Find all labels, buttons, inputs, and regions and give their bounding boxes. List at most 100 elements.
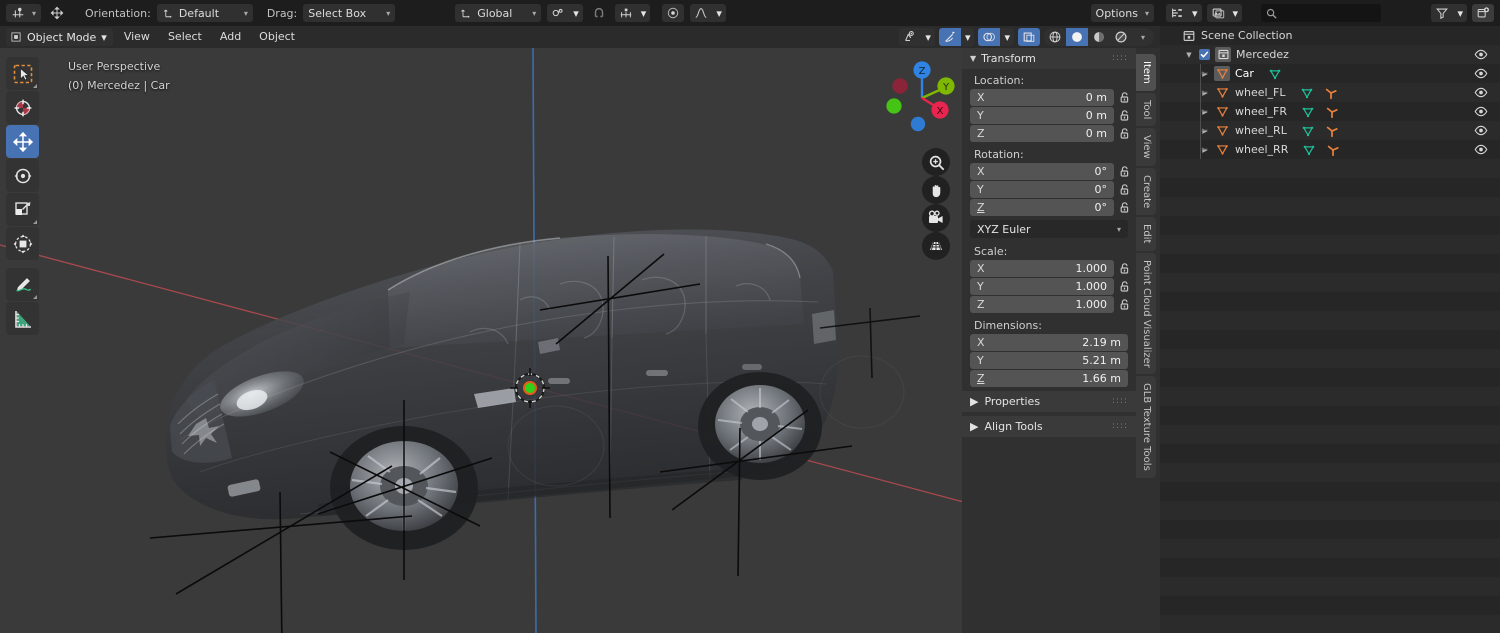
show-overlays-dropdown[interactable]: ▾ xyxy=(978,28,1014,46)
toggle-xray-button[interactable] xyxy=(1018,28,1040,46)
outliner-empty-area[interactable] xyxy=(1160,159,1500,633)
lock-location-y-button[interactable] xyxy=(1118,109,1132,122)
empty-axes-icon[interactable] xyxy=(1326,143,1340,157)
camera-view-button[interactable] xyxy=(922,204,950,232)
expand-collapse-icon[interactable]: ▶ xyxy=(1200,108,1210,116)
tab-item[interactable]: Item xyxy=(1136,54,1156,91)
lock-location-z-button[interactable] xyxy=(1118,127,1132,140)
scale-y-field[interactable]: Y 1.000 xyxy=(970,278,1114,295)
outliner-display-mode-dropdown[interactable]: ▾ xyxy=(1166,4,1202,22)
tab-tool[interactable]: Tool xyxy=(1136,92,1156,127)
panel-drag-handle[interactable]: :::: xyxy=(1112,54,1128,63)
cursor-tool[interactable] xyxy=(6,91,39,124)
visibility-eye-button[interactable] xyxy=(1474,48,1488,61)
outliner-search-input[interactable] xyxy=(1261,4,1382,22)
visibility-eye-button[interactable] xyxy=(1474,124,1488,137)
options-dropdown[interactable]: Options ▾ xyxy=(1090,4,1154,22)
show-overlays-toggle[interactable] xyxy=(978,28,1001,46)
snap-to-dropdown[interactable]: ▾ xyxy=(614,4,651,22)
new-collection-button[interactable] xyxy=(1472,4,1494,22)
outliner-id-type-dropdown[interactable]: ▾ xyxy=(1206,4,1243,22)
orientation-dropdown[interactable]: Default ▾ xyxy=(156,4,253,22)
menu-object[interactable]: Object xyxy=(252,28,302,46)
outliner-filter-dropdown[interactable]: ▾ xyxy=(1431,4,1467,22)
menu-add[interactable]: Add xyxy=(213,28,248,46)
proportional-edit-toggle[interactable] xyxy=(662,4,685,22)
show-gizmo-toggle[interactable] xyxy=(938,28,961,46)
location-x-row[interactable]: X 0 m xyxy=(962,89,1136,106)
expand-collapse-icon[interactable]: ▶ xyxy=(1200,127,1210,135)
scale-x-field[interactable]: X 1.000 xyxy=(970,260,1114,277)
tab-edit[interactable]: Edit xyxy=(1136,217,1156,251)
mesh-data-icon[interactable] xyxy=(1301,105,1315,119)
location-y-field[interactable]: Y 0 m xyxy=(970,107,1114,124)
dimensions-z-field[interactable]: Z 1.66 m xyxy=(970,370,1128,387)
measure-tool[interactable] xyxy=(6,302,39,335)
lock-rotation-y-button[interactable] xyxy=(1118,183,1132,196)
transform-gizmo-button[interactable] xyxy=(47,4,67,22)
properties-panel-header[interactable]: ▶ Properties :::: xyxy=(962,391,1136,412)
tab-point-cloud-visualizer[interactable]: Point Cloud Visualizer xyxy=(1136,252,1156,375)
scale-y-row[interactable]: Y 1.000 xyxy=(962,278,1136,295)
pan-button[interactable] xyxy=(922,176,950,204)
rotation-y-field[interactable]: Y 0° xyxy=(970,181,1114,198)
lock-scale-z-button[interactable] xyxy=(1118,298,1132,311)
outliner[interactable]: Scene Collection ▼ Mercedez ▶ Car ▶ whee… xyxy=(1160,26,1500,633)
outliner-row-wheel-fr[interactable]: ▶ wheel_FR xyxy=(1160,102,1500,121)
location-z-field[interactable]: Z 0 m xyxy=(970,125,1114,142)
editor-type-dropdown[interactable]: ▾ xyxy=(6,4,42,22)
scale-z-field[interactable]: Z 1.000 xyxy=(970,296,1114,313)
transform-panel-header[interactable]: ▼ Transform :::: xyxy=(962,48,1136,69)
interaction-mode-dropdown[interactable]: Object Mode ▾ xyxy=(6,28,113,46)
panel-drag-handle[interactable]: :::: xyxy=(1112,422,1128,431)
outliner-row-mercedez[interactable]: ▼ Mercedez xyxy=(1160,45,1500,64)
lock-rotation-x-button[interactable] xyxy=(1118,165,1132,178)
orthographic-toggle-button[interactable] xyxy=(922,232,950,260)
outliner-row-wheel-fl[interactable]: ▶ wheel_FL xyxy=(1160,83,1500,102)
rotation-x-row[interactable]: X 0° xyxy=(962,163,1136,180)
scale-z-row[interactable]: Z 1.000 xyxy=(962,296,1136,313)
rotation-z-field[interactable]: Z 0° xyxy=(970,199,1114,216)
collection-enable-checkbox[interactable] xyxy=(1199,49,1210,60)
zoom-button[interactable] xyxy=(922,148,950,176)
lock-location-x-button[interactable] xyxy=(1118,91,1132,104)
visibility-eye-button[interactable] xyxy=(1474,143,1488,156)
move-tool[interactable] xyxy=(6,125,39,158)
outliner-row-car[interactable]: ▶ Car xyxy=(1160,64,1500,83)
shading-material-preview-button[interactable] xyxy=(1088,28,1110,46)
lock-scale-y-button[interactable] xyxy=(1118,280,1132,293)
rotation-y-row[interactable]: Y 0° xyxy=(962,181,1136,198)
viewport-shading-group[interactable]: ▾ xyxy=(1044,28,1154,46)
transform-orientation-dropdown[interactable]: Global ▾ xyxy=(455,4,542,22)
shading-solid-button[interactable] xyxy=(1066,28,1088,46)
show-gizmo-dropdown[interactable]: ▾ xyxy=(938,28,975,46)
mesh-data-icon[interactable] xyxy=(1301,124,1315,138)
menu-select[interactable]: Select xyxy=(161,28,209,46)
rotate-tool[interactable] xyxy=(6,159,39,192)
align-tools-panel-header[interactable]: ▶ Align Tools :::: xyxy=(962,416,1136,437)
scale-tool[interactable] xyxy=(6,193,39,226)
visibility-eye-button[interactable] xyxy=(1474,105,1488,118)
outliner-row-wheel-rl[interactable]: ▶ wheel_RL xyxy=(1160,121,1500,140)
location-z-row[interactable]: Z 0 m xyxy=(962,125,1136,142)
tab-glb-texture-tools[interactable]: GLB Texture Tools xyxy=(1136,376,1156,479)
pivot-point-dropdown[interactable]: ▾ xyxy=(547,4,583,22)
empty-axes-icon[interactable] xyxy=(1324,86,1338,100)
empty-axes-icon[interactable] xyxy=(1325,105,1339,119)
object-visibility-dropdown[interactable]: ▾ xyxy=(899,28,935,46)
dimensions-y-field[interactable]: Y 5.21 m xyxy=(970,352,1128,369)
visibility-eye-button[interactable] xyxy=(1474,67,1488,80)
expand-collapse-icon[interactable]: ▶ xyxy=(1200,70,1210,78)
empty-axes-icon[interactable] xyxy=(1325,124,1339,138)
menu-view[interactable]: View xyxy=(117,28,157,46)
outliner-row-wheel-rr[interactable]: ▶ wheel_RR xyxy=(1160,140,1500,159)
expand-collapse-icon[interactable]: ▼ xyxy=(1184,51,1194,59)
expand-collapse-icon[interactable]: ▶ xyxy=(1200,89,1210,97)
location-x-field[interactable]: X 0 m xyxy=(970,89,1114,106)
chevron-down-icon[interactable]: ▾ xyxy=(1132,28,1154,46)
location-y-row[interactable]: Y 0 m xyxy=(962,107,1136,124)
drag-dropdown[interactable]: Select Box ▾ xyxy=(303,4,396,22)
dimensions-x-row[interactable]: X 2.19 m xyxy=(962,334,1136,351)
rotation-mode-dropdown[interactable]: XYZ Euler ▾ xyxy=(970,220,1128,238)
outliner-row-scene-collection[interactable]: Scene Collection xyxy=(1160,26,1500,45)
